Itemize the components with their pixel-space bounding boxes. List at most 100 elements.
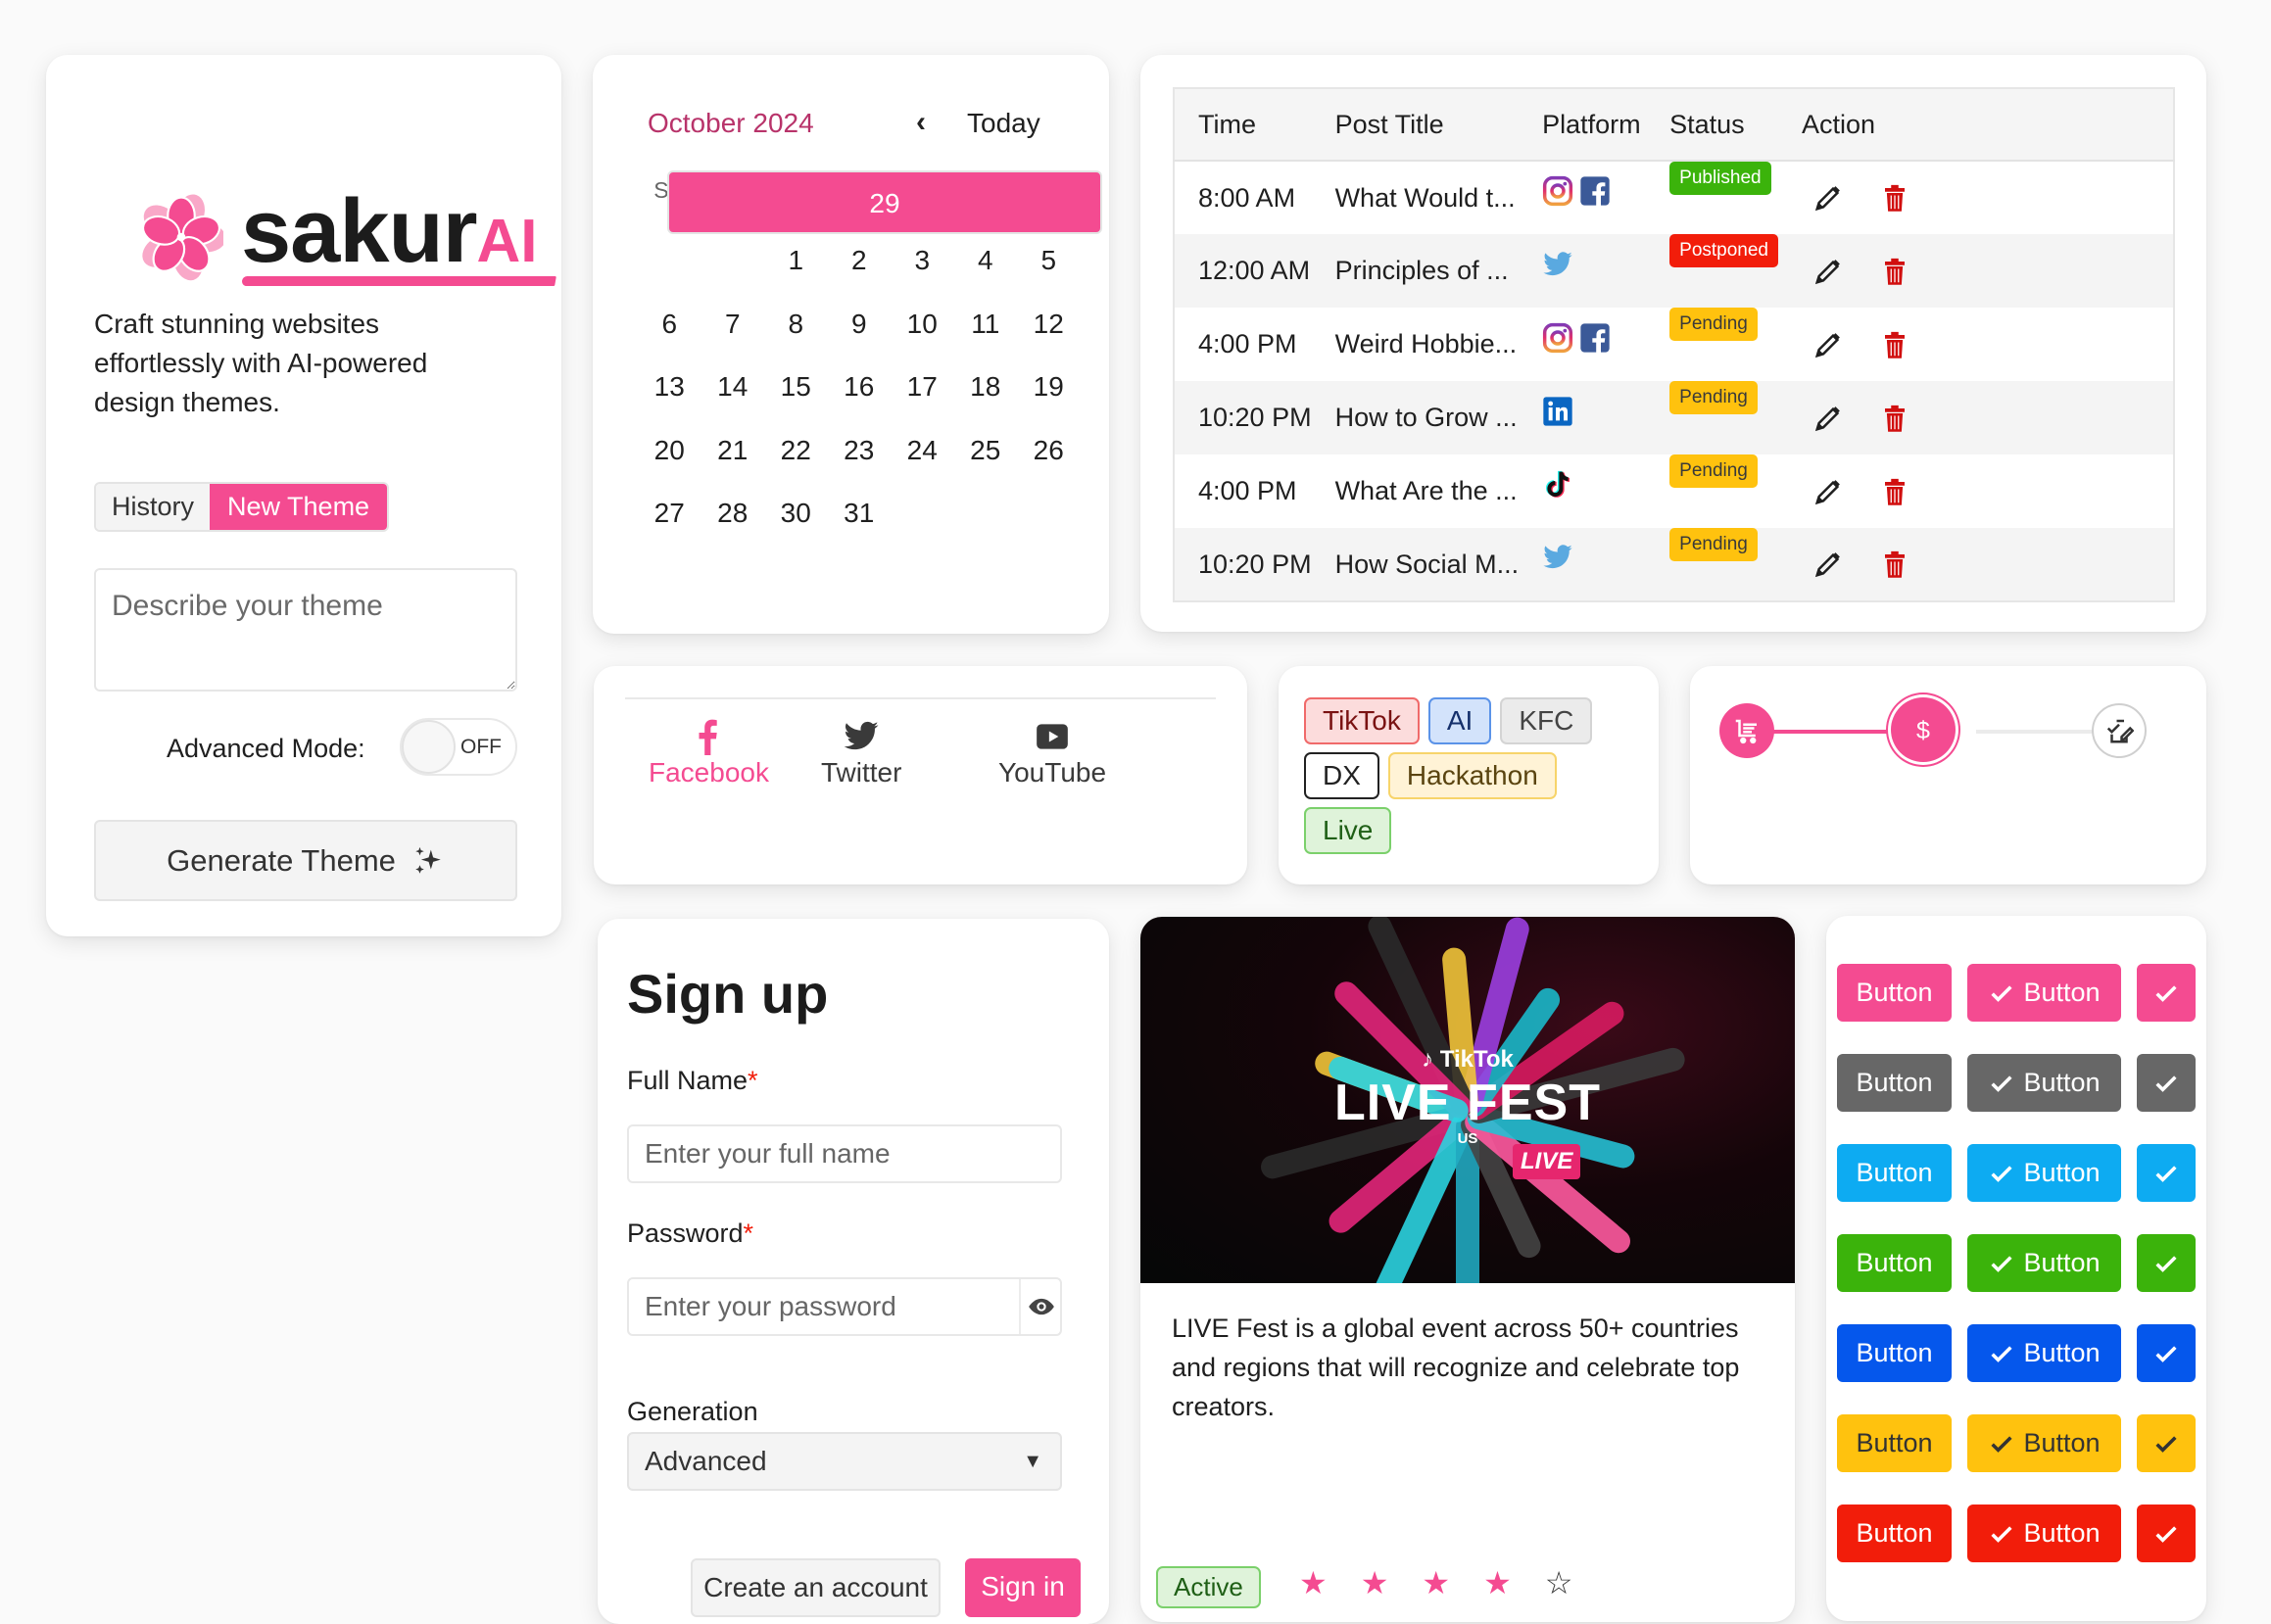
- secondary-button[interactable]: Button: [1837, 1054, 1952, 1112]
- theme-description-input[interactable]: [94, 568, 517, 692]
- calendar-day[interactable]: 16: [828, 356, 892, 419]
- primary-icon-button[interactable]: Button: [1967, 964, 2121, 1022]
- sign-in-button[interactable]: Sign in: [965, 1558, 1081, 1617]
- tag-tiktok[interactable]: TikTok: [1304, 697, 1420, 744]
- star-rating[interactable]: ★ ★ ★ ★ ☆: [1299, 1567, 1572, 1599]
- info-icon-button[interactable]: Button: [1967, 1144, 2121, 1202]
- calendar-day[interactable]: 24: [891, 419, 954, 483]
- delete-icon[interactable]: [1880, 257, 1909, 286]
- danger-icon-button[interactable]: Button: [1967, 1505, 2121, 1562]
- calendar-day[interactable]: 13: [638, 356, 701, 419]
- tab-facebook[interactable]: Facebook: [649, 718, 769, 788]
- star-filled-icon[interactable]: ★: [1483, 1567, 1512, 1599]
- segment-new-theme[interactable]: New Theme: [210, 484, 388, 530]
- link-button[interactable]: Button: [1837, 1324, 1952, 1382]
- star-filled-icon[interactable]: ★: [1299, 1567, 1328, 1599]
- star-filled-icon[interactable]: ★: [1361, 1567, 1389, 1599]
- calendar-day[interactable]: 19: [1017, 356, 1081, 419]
- tag-hackathon[interactable]: Hackathon: [1387, 752, 1557, 799]
- calendar-day[interactable]: 11: [954, 293, 1018, 357]
- secondary-icon-button[interactable]: Button: [1967, 1054, 2121, 1112]
- tab-twitter[interactable]: Twitter: [821, 718, 901, 788]
- calendar-day-selected[interactable]: 29: [667, 170, 1102, 234]
- secondary-icon-only-button[interactable]: [2137, 1054, 2196, 1112]
- delete-icon[interactable]: [1880, 330, 1909, 359]
- tab-youtube[interactable]: YouTube: [998, 718, 1106, 788]
- star-empty-icon[interactable]: ☆: [1545, 1567, 1573, 1599]
- calendar-day[interactable]: 1: [764, 229, 828, 293]
- edit-icon[interactable]: [1813, 404, 1843, 433]
- step-review[interactable]: [2092, 703, 2147, 758]
- calendar-day[interactable]: 8: [764, 293, 828, 357]
- edit-icon[interactable]: [1813, 549, 1843, 579]
- info-icon-only-button[interactable]: [2137, 1144, 2196, 1202]
- tag-live[interactable]: Live: [1304, 807, 1392, 854]
- step-payment[interactable]: $: [1891, 697, 1956, 762]
- warning-icon-button[interactable]: Button: [1967, 1414, 2121, 1472]
- edit-icon[interactable]: [1813, 330, 1843, 359]
- info-button[interactable]: Button: [1837, 1144, 1952, 1202]
- full-name-input[interactable]: [627, 1124, 1062, 1183]
- password-input[interactable]: [627, 1277, 1062, 1336]
- calendar-day[interactable]: 9: [828, 293, 892, 357]
- segment-history[interactable]: History: [96, 484, 211, 530]
- link-icon-only-button[interactable]: [2137, 1324, 2196, 1382]
- calendar-day[interactable]: 10: [891, 293, 954, 357]
- cell-post-title[interactable]: Principles of ...: [1311, 234, 1520, 308]
- calendar-day[interactable]: 17: [891, 356, 954, 419]
- chevron-left-icon[interactable]: ‹: [916, 106, 926, 139]
- delete-icon[interactable]: [1880, 477, 1909, 506]
- danger-button[interactable]: Button: [1837, 1505, 1952, 1562]
- calendar-day[interactable]: 4: [954, 229, 1018, 293]
- edit-icon[interactable]: [1813, 257, 1843, 286]
- calendar-day[interactable]: 2: [828, 229, 892, 293]
- calendar-day[interactable]: 27: [638, 482, 701, 546]
- success-icon-only-button[interactable]: [2137, 1234, 2196, 1292]
- tag-kfc[interactable]: KFC: [1500, 697, 1593, 744]
- step-cart[interactable]: [1719, 703, 1774, 758]
- calendar-day[interactable]: 3: [891, 229, 954, 293]
- calendar-day[interactable]: 15: [764, 356, 828, 419]
- calendar-day[interactable]: 23: [828, 419, 892, 483]
- create-account-button[interactable]: Create an account: [691, 1558, 941, 1617]
- link-icon-button[interactable]: Button: [1967, 1324, 2121, 1382]
- calendar-day[interactable]: 25: [954, 419, 1018, 483]
- calendar-day[interactable]: 31: [828, 482, 892, 546]
- warning-button[interactable]: Button: [1837, 1414, 1952, 1472]
- delete-icon[interactable]: [1880, 183, 1909, 213]
- generate-theme-button[interactable]: Generate Theme: [94, 820, 517, 901]
- success-button[interactable]: Button: [1837, 1234, 1952, 1292]
- calendar-day[interactable]: 7: [701, 293, 765, 357]
- calendar-day[interactable]: 28: [701, 482, 765, 546]
- calendar-day[interactable]: 14: [701, 356, 765, 419]
- calendar-day[interactable]: 26: [1017, 419, 1081, 483]
- calendar-day[interactable]: 18: [954, 356, 1018, 419]
- edit-icon[interactable]: [1813, 183, 1843, 213]
- star-filled-icon[interactable]: ★: [1422, 1567, 1450, 1599]
- delete-icon[interactable]: [1880, 549, 1909, 579]
- cell-post-title[interactable]: Weird Hobbie...: [1312, 308, 1520, 381]
- tag-ai[interactable]: AI: [1427, 697, 1492, 744]
- calendar-day[interactable]: 5: [1017, 229, 1081, 293]
- cell-post-title[interactable]: How Social M...: [1311, 528, 1520, 601]
- cell-post-title[interactable]: What Would t...: [1312, 161, 1520, 234]
- primary-button[interactable]: Button: [1837, 964, 1952, 1022]
- cell-post-title[interactable]: What Are the ...: [1312, 454, 1520, 528]
- delete-icon[interactable]: [1880, 404, 1909, 433]
- generation-select[interactable]: Advanced ▼: [627, 1432, 1062, 1491]
- primary-icon-only-button[interactable]: [2137, 964, 2196, 1022]
- calendar-day[interactable]: 30: [764, 482, 828, 546]
- tag-dx[interactable]: DX: [1304, 752, 1379, 799]
- advanced-mode-toggle[interactable]: OFF: [400, 718, 517, 776]
- danger-icon-only-button[interactable]: [2137, 1505, 2196, 1562]
- warning-icon-only-button[interactable]: [2137, 1414, 2196, 1472]
- calendar-day[interactable]: 12: [1017, 293, 1081, 357]
- calendar-day[interactable]: 21: [701, 419, 765, 483]
- show-password-button[interactable]: [1019, 1279, 1062, 1334]
- success-icon-button[interactable]: Button: [1967, 1234, 2121, 1292]
- today-button[interactable]: Today: [967, 108, 1040, 139]
- edit-icon[interactable]: [1813, 477, 1843, 506]
- calendar-day[interactable]: 22: [764, 419, 828, 483]
- cell-post-title[interactable]: How to Grow ...: [1311, 381, 1520, 454]
- calendar-day[interactable]: 20: [638, 419, 701, 483]
